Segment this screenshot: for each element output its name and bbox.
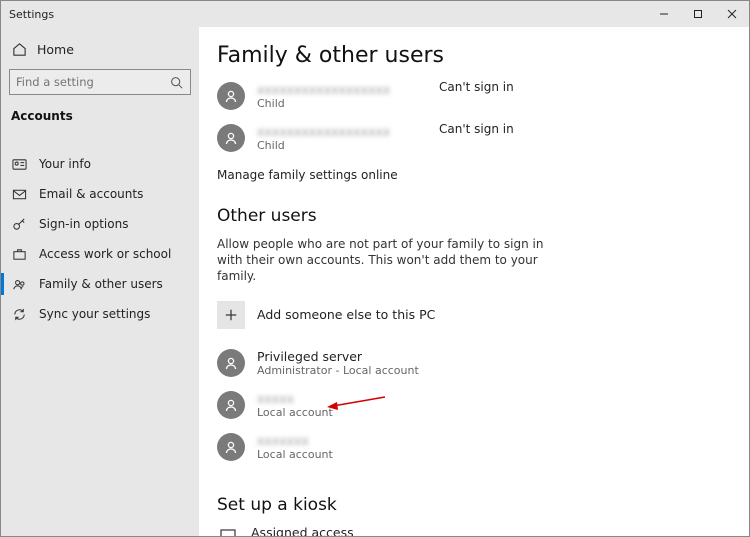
kiosk-title: Assigned access (251, 525, 551, 536)
user-card-icon (11, 156, 27, 172)
add-user-label: Add someone else to this PC (257, 307, 435, 322)
sidebar-item-family-other-users[interactable]: Family & other users (1, 269, 199, 299)
avatar-icon (217, 391, 245, 419)
avatar-icon (217, 82, 245, 110)
manage-family-link[interactable]: Manage family settings online (217, 168, 725, 182)
user-status: Can't sign in (439, 80, 514, 94)
sidebar-item-label: Access work or school (39, 247, 171, 261)
sidebar-item-label: Sync your settings (39, 307, 150, 321)
sidebar-section-accounts: Accounts (1, 105, 199, 129)
user-info: xxxxx Local account (257, 391, 333, 419)
add-user-label-wrap: Add someone else to this PC (257, 307, 435, 322)
user-sub: Administrator - Local account (257, 364, 419, 377)
sidebar-item-your-info[interactable]: Your info (1, 149, 199, 179)
people-icon (11, 276, 27, 292)
assigned-access-button[interactable]: Assigned access Set up this device as a … (217, 525, 725, 536)
sidebar-item-label: Email & accounts (39, 187, 143, 201)
user-name-hidden: xxxxxxxxxxxxxxxxxx (257, 82, 390, 97)
mail-icon (11, 186, 27, 202)
main-content: Family & other users xxxxxxxxxxxxxxxxxx … (199, 27, 749, 536)
sidebar-nav: Your info Email & accounts Sign-in optio… (1, 149, 199, 329)
avatar-icon (217, 433, 245, 461)
sidebar-item-sync-settings[interactable]: Sync your settings (1, 299, 199, 329)
monitor-icon (217, 527, 239, 536)
heading-other-users: Other users (217, 206, 725, 226)
user-info: xxxxxxx Local account (257, 433, 333, 461)
sidebar-item-label: Family & other users (39, 277, 163, 291)
user-role: Child (257, 97, 390, 110)
sidebar: Home Accounts Your info (1, 27, 199, 536)
heading-family: Family & other users (217, 43, 725, 68)
sidebar-item-signin-options[interactable]: Sign-in options (1, 209, 199, 239)
sidebar-item-label: Your info (39, 157, 91, 171)
other-user-row[interactable]: xxxxxxx Local account (217, 429, 725, 471)
user-status: Can't sign in (439, 122, 514, 136)
home-button[interactable]: Home (1, 35, 199, 63)
sync-icon (11, 306, 27, 322)
search-input[interactable] (16, 75, 168, 89)
search-icon (168, 74, 184, 90)
user-sub: Local account (257, 448, 333, 461)
titlebar: Settings (1, 1, 749, 27)
close-button[interactable] (715, 1, 749, 27)
sidebar-item-label: Sign-in options (39, 217, 128, 231)
avatar-icon (217, 124, 245, 152)
settings-window: Settings Home (0, 0, 750, 537)
add-user-button[interactable]: Add someone else to this PC (217, 297, 725, 339)
user-role: Child (257, 139, 390, 152)
heading-kiosk: Set up a kiosk (217, 495, 725, 515)
sidebar-item-email-accounts[interactable]: Email & accounts (1, 179, 199, 209)
family-member-row[interactable]: xxxxxxxxxxxxxxxxxx Child Can't sign in (217, 120, 725, 162)
user-name-hidden: xxxxx (257, 391, 333, 406)
minimize-button[interactable] (647, 1, 681, 27)
search-box[interactable] (9, 69, 191, 95)
user-name-hidden: xxxxxxx (257, 433, 333, 448)
key-icon (11, 216, 27, 232)
user-info: xxxxxxxxxxxxxxxxxx Child (257, 82, 390, 110)
window-title: Settings (1, 8, 54, 21)
sidebar-item-access-work-school[interactable]: Access work or school (1, 239, 199, 269)
family-member-row[interactable]: xxxxxxxxxxxxxxxxxx Child Can't sign in (217, 78, 725, 120)
body: Home Accounts Your info (1, 27, 749, 536)
other-user-row[interactable]: xxxxx Local account (217, 387, 725, 429)
home-label: Home (37, 42, 74, 57)
briefcase-icon (11, 246, 27, 262)
plus-icon (217, 301, 245, 329)
user-sub: Local account (257, 406, 333, 419)
other-user-row[interactable]: Privileged server Administrator - Local … (217, 345, 725, 387)
avatar-icon (217, 349, 245, 377)
user-info: xxxxxxxxxxxxxxxxxx Child (257, 124, 390, 152)
home-icon (11, 41, 27, 57)
user-name: Privileged server (257, 349, 419, 364)
annotation-arrow-icon (327, 393, 387, 411)
other-users-description: Allow people who are not part of your fa… (217, 236, 547, 285)
user-name-hidden: xxxxxxxxxxxxxxxxxx (257, 124, 390, 139)
search-wrap (9, 69, 191, 95)
window-controls (647, 1, 749, 27)
kiosk-text: Assigned access Set up this device as a … (251, 525, 551, 536)
user-info: Privileged server Administrator - Local … (257, 349, 419, 377)
maximize-button[interactable] (681, 1, 715, 27)
